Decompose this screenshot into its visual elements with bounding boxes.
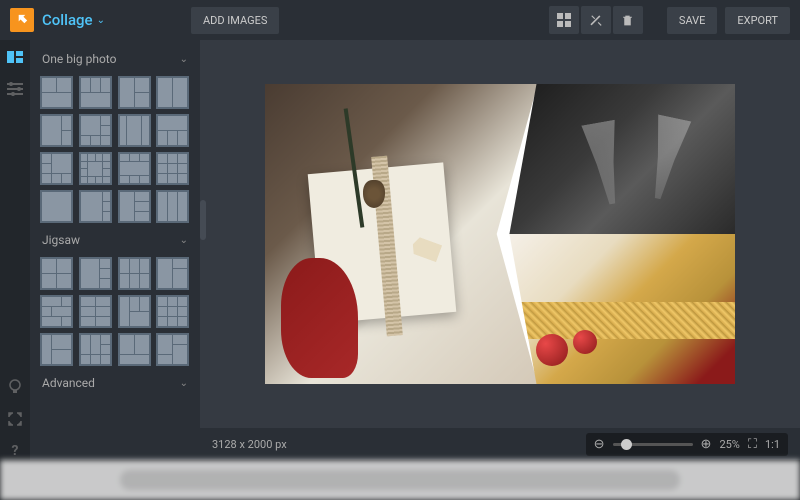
template-item[interactable]	[118, 114, 151, 147]
delete-button[interactable]	[613, 6, 643, 34]
layout-controls	[549, 6, 643, 34]
collage-photo-2[interactable]	[509, 84, 735, 234]
ad-banner	[0, 460, 800, 500]
zoom-slider[interactable]	[613, 443, 693, 446]
collage-canvas[interactable]	[265, 84, 735, 384]
template-item[interactable]	[79, 295, 112, 328]
template-item[interactable]	[156, 190, 189, 223]
template-item[interactable]	[40, 114, 73, 147]
app-logo[interactable]	[10, 8, 34, 32]
export-button[interactable]: EXPORT	[725, 7, 790, 34]
zoom-value: 25%	[719, 438, 739, 451]
template-item[interactable]	[79, 76, 112, 109]
zoom-out-button[interactable]: ⊖	[594, 437, 605, 452]
template-item[interactable]	[40, 295, 73, 328]
status-bar: 3128 x 2000 px ⊖ ⊕ 25% ⛶ 1:1	[200, 428, 800, 460]
section-label: Jigsaw	[42, 233, 80, 247]
shuffle-button[interactable]	[581, 6, 611, 34]
template-item[interactable]	[118, 190, 151, 223]
chevron-down-icon: ⌄	[180, 235, 188, 246]
template-item[interactable]	[40, 333, 73, 366]
templates-panel: One big photo ⌄ Jigsaw ⌄	[30, 40, 200, 460]
template-grid-2	[40, 253, 190, 370]
template-item[interactable]	[118, 76, 151, 109]
lightbulb-icon[interactable]	[6, 378, 24, 396]
add-images-button[interactable]: ADD IMAGES	[191, 7, 279, 34]
template-item[interactable]	[79, 152, 112, 185]
chevron-down-icon: ⌄	[180, 378, 188, 389]
section-label: Advanced	[42, 376, 95, 390]
fullscreen-icon[interactable]	[6, 410, 24, 428]
template-item[interactable]	[156, 152, 189, 185]
section-label: One big photo	[42, 52, 116, 66]
template-item[interactable]	[156, 295, 189, 328]
section-advanced[interactable]: Advanced ⌄	[40, 370, 190, 396]
template-grid-1	[40, 72, 190, 227]
zoom-in-button[interactable]: ⊕	[701, 437, 712, 452]
template-item[interactable]	[118, 257, 151, 290]
template-item[interactable]	[79, 333, 112, 366]
chevron-down-icon: ⌄	[180, 54, 188, 65]
ratio-button[interactable]: 1:1	[765, 438, 780, 451]
collage-photo-1[interactable]	[265, 84, 538, 384]
chevron-down-icon: ⌄	[97, 15, 105, 26]
grid-view-button[interactable]	[549, 6, 579, 34]
template-item[interactable]	[156, 333, 189, 366]
fit-screen-button[interactable]: ⛶	[748, 437, 757, 452]
tool-rail: ?	[0, 40, 30, 460]
panel-resize-handle[interactable]	[200, 200, 206, 240]
template-item[interactable]	[118, 333, 151, 366]
canvas-viewport[interactable]	[200, 40, 800, 428]
save-button[interactable]: SAVE	[667, 7, 718, 34]
template-item[interactable]	[118, 152, 151, 185]
section-jigsaw[interactable]: Jigsaw ⌄	[40, 227, 190, 253]
template-item[interactable]	[156, 114, 189, 147]
template-item[interactable]	[40, 190, 73, 223]
canvas-dimensions: 3128 x 2000 px	[212, 438, 287, 451]
collage-photo-3[interactable]	[509, 234, 735, 384]
templates-tab-icon[interactable]	[6, 48, 24, 66]
template-item[interactable]	[40, 76, 73, 109]
app-title-label: Collage	[42, 11, 93, 29]
template-item[interactable]	[40, 152, 73, 185]
template-item[interactable]	[40, 257, 73, 290]
adjustments-tab-icon[interactable]	[6, 80, 24, 98]
help-icon[interactable]: ?	[6, 442, 24, 460]
template-item[interactable]	[79, 114, 112, 147]
canvas-area: 3128 x 2000 px ⊖ ⊕ 25% ⛶ 1:1	[200, 40, 800, 460]
template-item[interactable]	[79, 190, 112, 223]
template-item[interactable]	[118, 295, 151, 328]
app-title-dropdown[interactable]: Collage ⌄	[42, 11, 105, 29]
section-one-big-photo[interactable]: One big photo ⌄	[40, 46, 190, 72]
template-item[interactable]	[79, 257, 112, 290]
main-area: ? One big photo ⌄ Jigsaw ⌄	[0, 40, 800, 460]
top-toolbar: Collage ⌄ ADD IMAGES SAVE EXPORT	[0, 0, 800, 40]
template-item[interactable]	[156, 76, 189, 109]
zoom-controls: ⊖ ⊕ 25% ⛶ 1:1	[586, 433, 788, 456]
template-item[interactable]	[156, 257, 189, 290]
